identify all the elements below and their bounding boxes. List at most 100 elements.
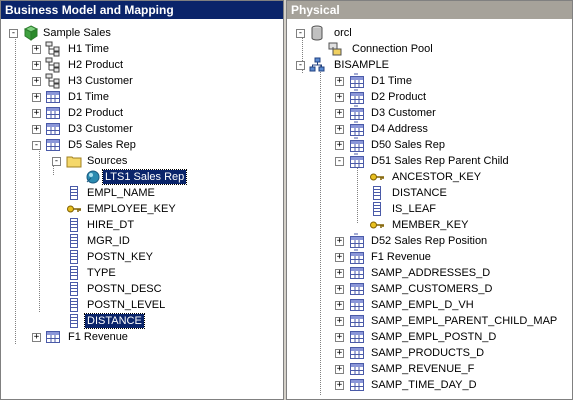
tree-node-member-key[interactable]: MEMBER_KEY [287,217,572,233]
tree-node-empl-name[interactable]: EMPL_NAME [1,185,283,201]
tree-node-label[interactable]: IS_LEAF [390,202,438,216]
tree-node-h1-time[interactable]: + H1 Time [1,41,283,57]
tree-node-label[interactable]: MEMBER_KEY [390,218,470,232]
tree-node-label[interactable]: BISAMPLE [332,58,391,72]
expand-icon[interactable]: + [335,253,344,262]
expand-icon[interactable]: + [335,381,344,390]
tree-node-label[interactable]: orcl [332,26,354,40]
tree-node-d1-time[interactable]: + D1 Time [287,73,572,89]
tree-node-label[interactable]: POSTN_KEY [85,250,155,264]
tree-node-label[interactable]: Sample Sales [41,26,113,40]
expand-icon[interactable]: + [335,333,344,342]
expand-icon[interactable]: + [335,285,344,294]
tree-node-mgr-id[interactable]: MGR_ID [1,233,283,249]
tree-node-label[interactable]: SAMP_PRODUCTS_D [369,346,486,360]
expand-icon[interactable]: + [32,45,41,54]
tree-node-samp-customers-d[interactable]: + SAMP_CUSTOMERS_D [287,281,572,297]
tree-node-samp-empl-parent-child-map[interactable]: + SAMP_EMPL_PARENT_CHILD_MAP [287,313,572,329]
tree-node-label[interactable]: POSTN_LEVEL [85,298,167,312]
expand-icon[interactable]: + [335,237,344,246]
collapse-icon[interactable]: - [52,157,61,166]
expand-icon[interactable]: + [32,333,41,342]
tree-node-label[interactable]: SAMP_EMPL_D_VH [369,298,476,312]
expand-icon[interactable]: + [335,109,344,118]
tree-node-label[interactable]: SAMP_TIME_DAY_D [369,378,479,392]
expand-icon[interactable]: + [335,125,344,134]
tree-node-label[interactable]: EMPLOYEE_KEY [85,202,178,216]
tree-node-distance[interactable]: DISTANCE [287,185,572,201]
tree-node-samp-empl-postn-d[interactable]: + SAMP_EMPL_POSTN_D [287,329,572,345]
collapse-icon[interactable]: - [335,157,344,166]
tree-node-f1-revenue[interactable]: + F1 Revenue [1,329,283,345]
tree-node-employee-key[interactable]: EMPLOYEE_KEY [1,201,283,217]
tree-node-label[interactable]: H2 Product [66,58,125,72]
tree-node-label[interactable]: D5 Sales Rep [66,138,138,152]
collapse-icon[interactable]: - [296,61,305,70]
tree-node-d2-product[interactable]: + D2 Product [287,89,572,105]
tree-node-samp-products-d[interactable]: + SAMP_PRODUCTS_D [287,345,572,361]
tree-node-samp-time-day-d[interactable]: + SAMP_TIME_DAY_D [287,377,572,393]
tree-node-d51-sales-rep-parent-child[interactable]: - D51 Sales Rep Parent Child [287,153,572,169]
tree-node-label[interactable]: D1 Time [369,74,414,88]
expand-icon[interactable]: + [335,349,344,358]
tree-node-d3-customer[interactable]: + D3 Customer [287,105,572,121]
tree-node-lts1-sales-rep[interactable]: LTS1 Sales Rep [1,169,283,185]
expand-icon[interactable]: + [335,301,344,310]
expand-icon[interactable]: + [335,77,344,86]
tree-node-label[interactable]: SAMP_EMPL_POSTN_D [369,330,498,344]
collapse-icon[interactable]: - [9,29,18,38]
tree-node-hire-dt[interactable]: HIRE_DT [1,217,283,233]
tree-node-f1-revenue[interactable]: + F1 Revenue [287,249,572,265]
tree-node-label[interactable]: D2 Product [369,90,428,104]
tree-node-label[interactable]: Connection Pool [350,42,435,56]
expand-icon[interactable]: + [32,109,41,118]
tree-node-label[interactable]: DISTANCE [84,313,145,329]
expand-icon[interactable]: + [32,93,41,102]
expand-icon[interactable]: + [32,61,41,70]
tree-node-bisample[interactable]: - BISAMPLE [287,57,572,73]
tree-node-d52-sales-rep-position[interactable]: + D52 Sales Rep Position [287,233,572,249]
tree-node-label[interactable]: MGR_ID [85,234,132,248]
expand-icon[interactable]: + [32,77,41,86]
tree-node-postn-level[interactable]: POSTN_LEVEL [1,297,283,313]
tree-node-sample-sales[interactable]: - Sample Sales [1,25,283,41]
tree-node-label[interactable]: SAMP_EMPL_PARENT_CHILD_MAP [369,314,559,328]
tree-node-label[interactable]: H1 Time [66,42,111,56]
tree-node-is-leaf[interactable]: IS_LEAF [287,201,572,217]
tree-node-label[interactable]: LTS1 Sales Rep [101,169,188,185]
tree-node-label[interactable]: EMPL_NAME [85,186,157,200]
tree-node-label[interactable]: POSTN_DESC [85,282,164,296]
tree-node-label[interactable]: F1 Revenue [66,330,130,344]
tree-node-label[interactable]: D4 Address [369,122,430,136]
tree-node-h3-customer[interactable]: + H3 Customer [1,73,283,89]
tree-node-label[interactable]: D3 Customer [66,122,135,136]
tree-node-label[interactable]: ANCESTOR_KEY [390,170,483,184]
expand-icon[interactable]: + [335,365,344,374]
expand-icon[interactable]: + [335,141,344,150]
collapse-icon[interactable]: - [296,29,305,38]
tree-node-label[interactable]: D2 Product [66,106,125,120]
tree-node-label[interactable]: HIRE_DT [85,218,136,232]
tree-node-label[interactable]: Sources [85,154,129,168]
tree-node-label[interactable]: SAMP_REVENUE_F [369,362,476,376]
expand-icon[interactable]: + [335,93,344,102]
tree-node-label[interactable]: D50 Sales Rep [369,138,447,152]
tree-node-samp-empl-d-vh[interactable]: + SAMP_EMPL_D_VH [287,297,572,313]
tree-node-label[interactable]: D1 Time [66,90,111,104]
tree-node-d3-customer[interactable]: + D3 Customer [1,121,283,137]
collapse-icon[interactable]: - [32,141,41,150]
tree-node-h2-product[interactable]: + H2 Product [1,57,283,73]
tree-node-label[interactable]: D3 Customer [369,106,438,120]
tree-node-postn-key[interactable]: POSTN_KEY [1,249,283,265]
tree-node-label[interactable]: DISTANCE [390,186,449,200]
tree-node-label[interactable]: H3 Customer [66,74,135,88]
tree-node-label[interactable]: D51 Sales Rep Parent Child [369,154,511,168]
tree-node-sources[interactable]: - Sources [1,153,283,169]
tree-node-d50-sales-rep[interactable]: + D50 Sales Rep [287,137,572,153]
tree-node-postn-desc[interactable]: POSTN_DESC [1,281,283,297]
tree-node-distance[interactable]: DISTANCE [1,313,283,329]
tree-node-samp-revenue-f[interactable]: + SAMP_REVENUE_F [287,361,572,377]
tree-node-d4-address[interactable]: + D4 Address [287,121,572,137]
tree-node-label[interactable]: SAMP_ADDRESSES_D [369,266,492,280]
expand-icon[interactable]: + [335,317,344,326]
